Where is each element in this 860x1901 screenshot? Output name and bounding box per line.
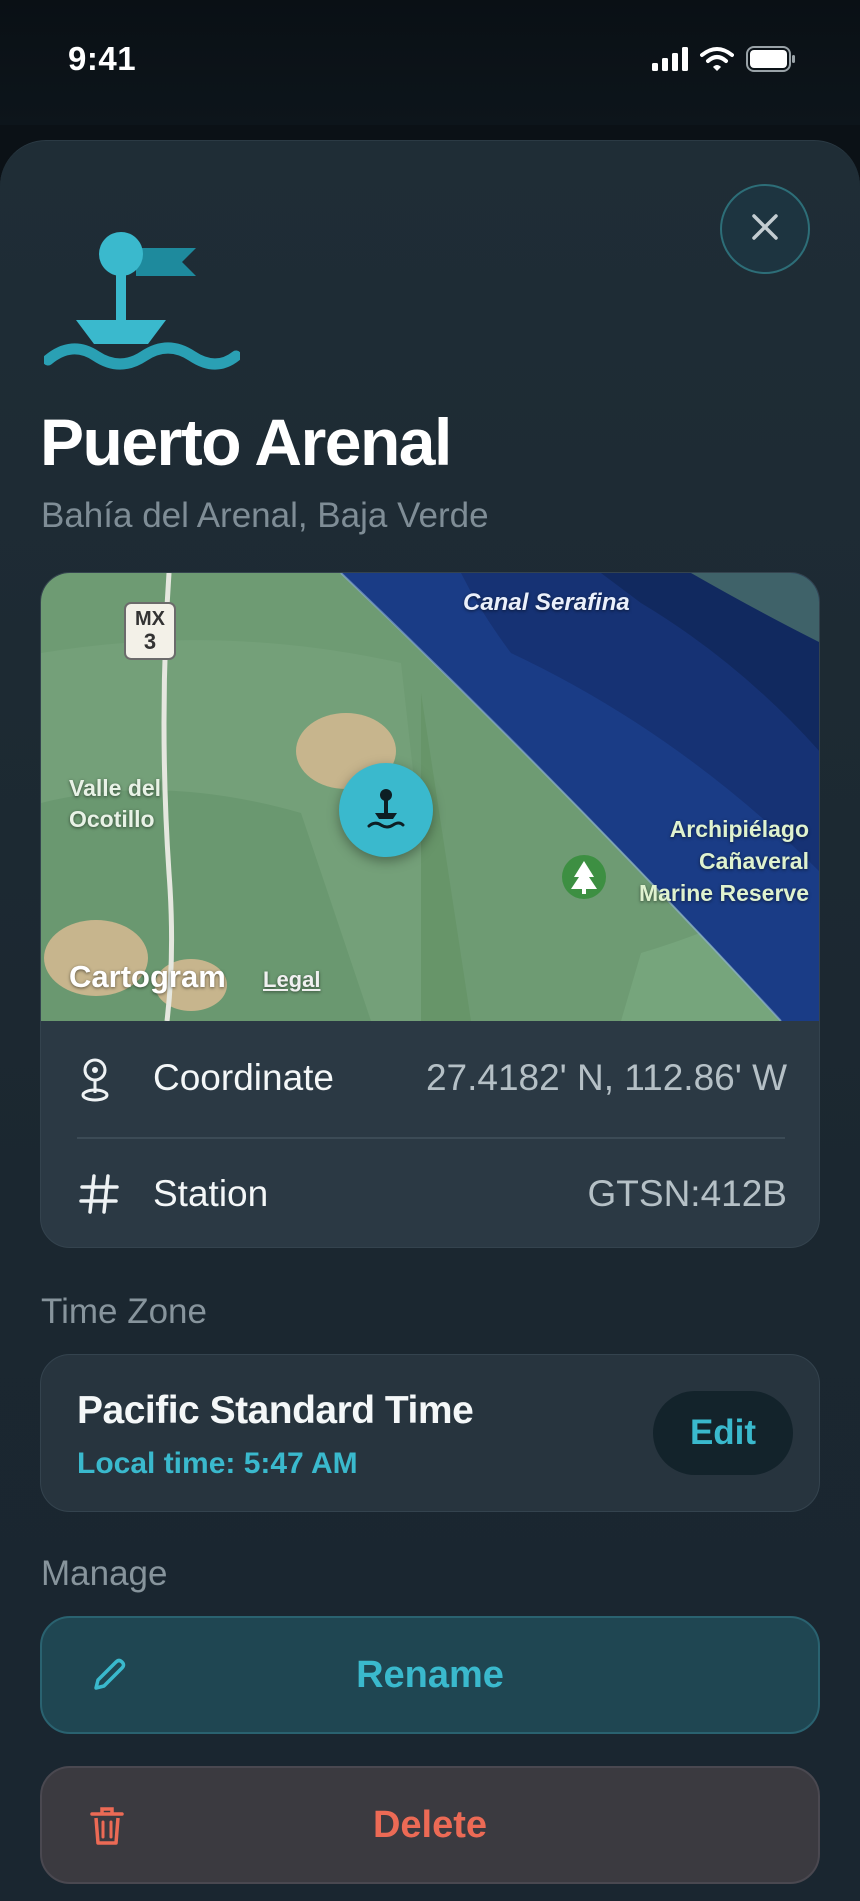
map-pin[interactable] (339, 763, 433, 857)
hashtag-icon (79, 1173, 119, 1220)
delete-button[interactable]: Delete (40, 1766, 820, 1884)
station-value: GTSN:412B (587, 1173, 787, 1214)
wifi-icon (700, 46, 734, 77)
station-row: Station GTSN:412B (41, 1137, 819, 1247)
manage-section-label: Manage (41, 1554, 168, 1593)
map-label-channel: Canal Serafina (463, 589, 630, 616)
tide-marker-icon (366, 788, 406, 832)
close-button[interactable] (720, 184, 810, 274)
svg-text:3: 3 (144, 629, 156, 654)
delete-label: Delete (372, 1803, 488, 1846)
park-icon (562, 855, 606, 899)
rename-label: Rename (356, 1653, 504, 1696)
route-shield: MX 3 (124, 602, 176, 660)
time-zone-name: Pacific Standard Time (77, 1389, 474, 1432)
status-bar: 9:41 (0, 0, 860, 125)
map-label-reserve: Archipiélago Cañaveral Marine Reserve (638, 816, 809, 906)
svg-text:MX: MX (135, 608, 166, 630)
status-time: 9:41 (68, 40, 137, 77)
status-icons (652, 46, 796, 77)
local-time: Local time: 5:47 AM (77, 1447, 358, 1480)
tide-station-icon (42, 228, 242, 381)
coordinate-value: 27.4182' N, 112.86' W (425, 1057, 787, 1098)
location-pin-icon (79, 1057, 111, 1108)
time-zone-card: Pacific Standard Time Local time: 5:47 A… (40, 1354, 820, 1512)
time-zone-section-label: Time Zone (41, 1292, 207, 1331)
page-title: Puerto Arenal (40, 405, 452, 479)
station-label: Station (153, 1173, 269, 1214)
coordinate-row: Coordinate 27.4182' N, 112.86' W (41, 1021, 819, 1135)
edit-time-zone-button[interactable]: Edit (653, 1391, 793, 1475)
map-attribution: Cartogram (69, 959, 226, 994)
page-subtitle: Bahía del Arenal, Baja Verde (41, 496, 489, 535)
map-legal-link[interactable]: Legal (263, 967, 320, 993)
trash-icon (90, 1806, 124, 1856)
battery-icon (746, 46, 796, 77)
location-map[interactable]: MX 3 Canal Serafina Valle del Ocotillo A… (41, 573, 819, 1021)
station-info-card: MX 3 Canal Serafina Valle del Ocotillo A… (40, 572, 820, 1248)
signal-icon (652, 47, 688, 76)
rename-button[interactable]: Rename (40, 1616, 820, 1734)
coordinate-label: Coordinate (153, 1057, 335, 1098)
close-icon (750, 212, 780, 247)
pencil-icon (90, 1656, 128, 1704)
map-label-valley: Valle del Ocotillo (69, 775, 162, 832)
